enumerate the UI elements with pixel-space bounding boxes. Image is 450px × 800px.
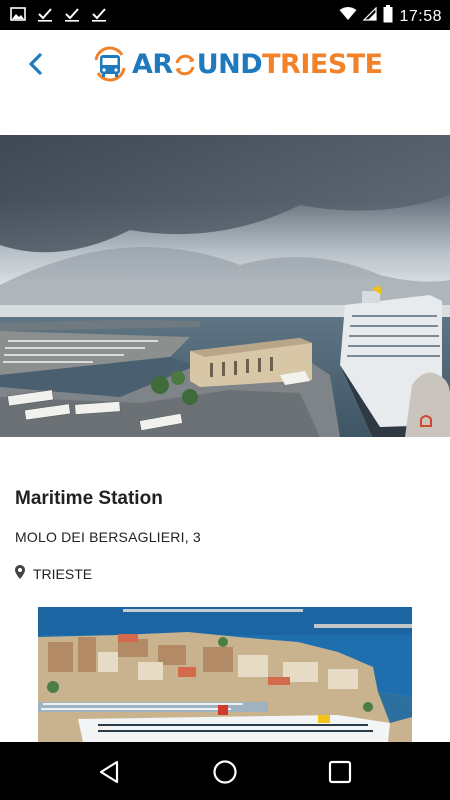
nav-recents-button[interactable]	[325, 757, 355, 787]
place-address: MOLO DEI BERSAGLIERI, 3	[15, 529, 201, 545]
logo-trieste: TRIESTE	[262, 49, 383, 80]
check-icon	[91, 6, 107, 27]
location-pin-icon	[15, 565, 25, 582]
status-bar: 17:58	[0, 0, 450, 30]
nav-home-button[interactable]	[210, 757, 240, 787]
logo-around-part1: AR	[132, 49, 173, 80]
check-icon	[37, 6, 53, 27]
image-icon	[10, 7, 26, 26]
app-logo: AR UNDTRIESTE	[92, 45, 383, 87]
nav-back-button[interactable]	[95, 757, 125, 787]
hero-image	[0, 135, 450, 437]
place-city: TRIESTE	[33, 565, 93, 582]
place-city-row: TRIESTE	[15, 565, 92, 582]
bus-logo-icon	[92, 45, 128, 87]
battery-icon	[383, 5, 393, 28]
back-button[interactable]	[22, 50, 50, 78]
logo-around-part2: UND	[196, 49, 263, 80]
wifi-icon	[339, 7, 357, 26]
status-time: 17:58	[399, 7, 442, 25]
signal-icon	[363, 6, 378, 26]
circle-home-icon	[210, 760, 240, 791]
logo-wordmark: AR UNDTRIESTE	[132, 49, 383, 83]
square-recents-icon	[325, 760, 355, 791]
navigation-bar	[0, 742, 450, 800]
triangle-back-icon	[95, 760, 125, 791]
chevron-left-icon	[22, 53, 50, 82]
place-photo[interactable]	[38, 607, 412, 742]
logo-o-icon	[174, 52, 196, 83]
check-icon	[64, 6, 80, 27]
app-header: AR UNDTRIESTE	[0, 30, 450, 105]
place-title: Maritime Station	[15, 488, 163, 509]
